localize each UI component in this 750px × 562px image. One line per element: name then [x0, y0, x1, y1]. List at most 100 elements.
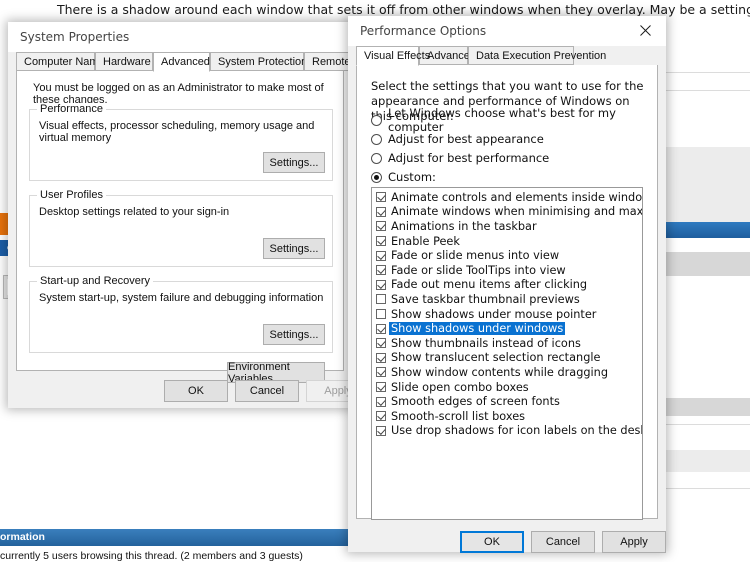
- checkbox-checked-icon[interactable]: [376, 367, 386, 378]
- visual-effect-label: Show shadows under windows: [389, 322, 566, 336]
- checkbox-checked-icon[interactable]: [376, 411, 386, 422]
- tab-hardware[interactable]: Hardware: [95, 52, 153, 71]
- user-profiles-group-label: User Profiles: [37, 189, 106, 201]
- checkbox-checked-icon[interactable]: [376, 352, 386, 363]
- tab-system-protection[interactable]: System Protection: [210, 52, 307, 71]
- background-block: [663, 450, 750, 472]
- visual-effect-item[interactable]: Smooth-scroll list boxes: [372, 409, 642, 424]
- radio-custom[interactable]: Custom:: [371, 168, 436, 186]
- tab-data-execution-prevention[interactable]: Data Execution Prevention: [468, 46, 606, 65]
- system-properties-page: You must be logged on as an Administrato…: [16, 71, 344, 385]
- radio-label: Adjust for best appearance: [388, 132, 544, 146]
- checkbox-unchecked-icon[interactable]: [376, 309, 386, 320]
- checkbox-checked-icon[interactable]: [376, 279, 386, 290]
- visual-effect-item[interactable]: Animate controls and elements inside win…: [372, 190, 642, 205]
- visual-effect-item[interactable]: Show translucent selection rectangle: [372, 351, 642, 366]
- startup-recovery-group-label: Start-up and Recovery: [37, 275, 154, 287]
- visual-effect-item[interactable]: Smooth edges of screen fonts: [372, 394, 642, 409]
- performance-settings-button[interactable]: Settings...: [263, 152, 325, 173]
- user-profiles-settings-button[interactable]: Settings...: [263, 238, 325, 259]
- forum-section-label: ormation: [0, 531, 45, 543]
- radio-let-windows-choose[interactable]: Let Windows choose what's best for my co…: [371, 106, 657, 134]
- radio-icon: [371, 133, 382, 145]
- visual-effect-label: Use drop shadows for icon labels on the …: [391, 424, 643, 438]
- tab-advanced[interactable]: Advanced: [153, 52, 210, 72]
- visual-effect-item[interactable]: Use drop shadows for icon labels on the …: [372, 424, 642, 439]
- close-icon[interactable]: [624, 16, 666, 45]
- user-profiles-group-description: Desktop settings related to your sign-in: [39, 206, 230, 218]
- visual-effect-item[interactable]: Slide open combo boxes: [372, 380, 642, 395]
- background-blue-bar: [663, 222, 750, 238]
- checkbox-checked-icon[interactable]: [376, 221, 386, 232]
- performance-options-title: Performance Options: [360, 24, 487, 38]
- checkbox-checked-icon[interactable]: [376, 323, 386, 334]
- performance-options-apply-button[interactable]: Apply: [602, 531, 666, 553]
- system-properties-titlebar[interactable]: System Properties: [8, 22, 352, 52]
- checkbox-checked-icon[interactable]: [376, 396, 386, 407]
- system-properties-cancel-button[interactable]: Cancel: [235, 380, 299, 402]
- visual-effect-item[interactable]: Enable Peek: [372, 234, 642, 249]
- forum-quote-text: There is a shadow around each window tha…: [57, 2, 750, 17]
- visual-effect-label: Animations in the taskbar: [391, 219, 537, 233]
- visual-effect-label: Smooth edges of screen fonts: [391, 395, 560, 409]
- visual-effect-item[interactable]: Fade out menu items after clicking: [372, 278, 642, 293]
- visual-effect-item[interactable]: Animate windows when minimising and maxi…: [372, 205, 642, 220]
- visual-effect-label: Slide open combo boxes: [391, 380, 529, 394]
- performance-options-body: Visual Effects Advanced Data Execution P…: [348, 46, 666, 553]
- checkbox-checked-icon[interactable]: [376, 192, 386, 203]
- background-right-strip: [663, 18, 750, 559]
- visual-effect-item[interactable]: Show thumbnails instead of icons: [372, 336, 642, 351]
- radio-label: Adjust for best performance: [388, 151, 550, 165]
- performance-options-dialog: Performance Options Visual Effects Advan…: [348, 16, 666, 553]
- visual-effect-label: Show window contents while dragging: [391, 365, 609, 379]
- visual-effect-item[interactable]: Show shadows under mouse pointer: [372, 307, 642, 322]
- radio-icon: [371, 171, 382, 183]
- radio-icon: [371, 114, 382, 126]
- radio-icon: [371, 152, 382, 164]
- visual-effect-item[interactable]: Show shadows under windows: [372, 321, 642, 336]
- checkbox-checked-icon[interactable]: [376, 236, 386, 247]
- system-properties-ok-button[interactable]: OK: [164, 380, 228, 402]
- visual-effects-listbox[interactable]: Animate controls and elements inside win…: [371, 187, 643, 520]
- background-divider: [663, 424, 750, 425]
- visual-effect-item[interactable]: Show window contents while dragging: [372, 365, 642, 380]
- background-cover: [663, 529, 750, 559]
- visual-effect-item[interactable]: Fade or slide ToolTips into view: [372, 263, 642, 278]
- checkbox-checked-icon[interactable]: [376, 265, 386, 276]
- checkbox-checked-icon[interactable]: [376, 425, 386, 436]
- background-divider: [663, 90, 750, 91]
- visual-effect-label: Fade out menu items after clicking: [391, 278, 588, 292]
- visual-effect-item[interactable]: Save taskbar thumbnail previews: [372, 292, 642, 307]
- radio-label: Custom:: [388, 170, 436, 184]
- checkbox-checked-icon[interactable]: [376, 382, 386, 393]
- visual-effect-label: Enable Peek: [391, 234, 460, 248]
- system-properties-dialog: System Properties Computer Name Hardware…: [8, 22, 370, 408]
- system-properties-body: Computer Name Hardware Advanced System P…: [8, 52, 370, 408]
- background-divider: [663, 72, 750, 73]
- startup-recovery-settings-button[interactable]: Settings...: [263, 324, 325, 345]
- visual-effect-item[interactable]: Animations in the taskbar: [372, 219, 642, 234]
- startup-recovery-group-description: System start-up, system failure and debu…: [39, 292, 324, 304]
- checkbox-unchecked-icon[interactable]: [376, 294, 386, 305]
- visual-effect-item[interactable]: Fade or slide menus into view: [372, 248, 642, 263]
- performance-options-page: Select the settings that you want to use…: [356, 65, 658, 520]
- tab-computer-name[interactable]: Computer Name: [16, 52, 105, 71]
- performance-options-ok-button[interactable]: OK: [460, 531, 524, 553]
- checkbox-checked-icon[interactable]: [376, 206, 386, 217]
- background-divider: [663, 488, 750, 489]
- background-block: [663, 252, 750, 276]
- system-properties-tabstrip: Computer Name Hardware Advanced System P…: [16, 52, 354, 72]
- tab-remote[interactable]: Remote: [304, 52, 354, 71]
- checkbox-checked-icon[interactable]: [376, 250, 386, 261]
- checkbox-checked-icon[interactable]: [376, 338, 386, 349]
- visual-effect-label: Show translucent selection rectangle: [391, 351, 601, 365]
- background-block: [663, 147, 750, 222]
- visual-effect-label: Animate windows when minimising and maxi…: [391, 205, 643, 219]
- performance-options-cancel-button[interactable]: Cancel: [531, 531, 595, 553]
- performance-options-tabstrip: Visual Effects Advanced Data Execution P…: [356, 46, 658, 66]
- performance-options-titlebar[interactable]: Performance Options: [348, 16, 666, 46]
- radio-best-appearance[interactable]: Adjust for best appearance: [371, 130, 544, 148]
- tab-visual-effects[interactable]: Visual Effects: [356, 46, 430, 66]
- visual-effect-label: Show shadows under mouse pointer: [391, 307, 597, 321]
- radio-best-performance[interactable]: Adjust for best performance: [371, 149, 549, 167]
